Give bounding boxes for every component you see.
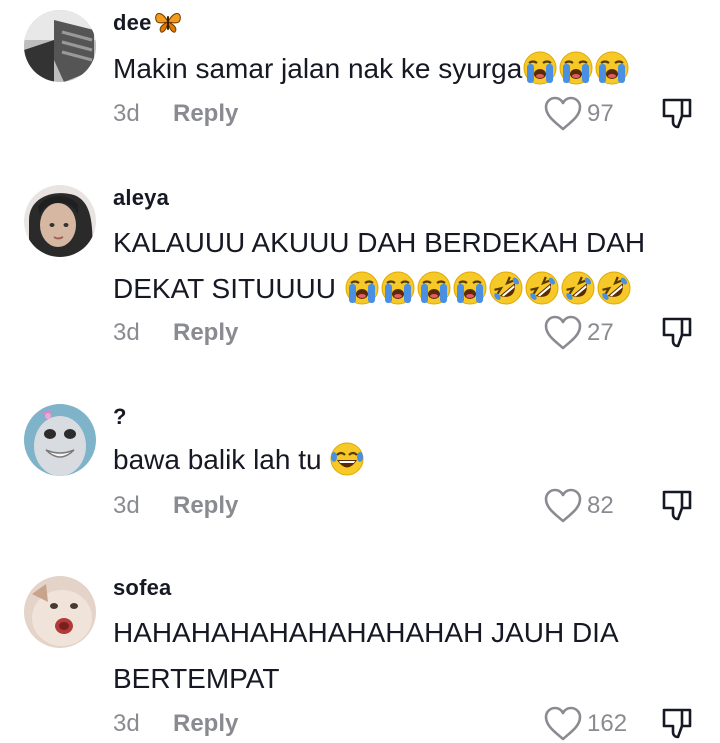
comment-time: 3d xyxy=(113,710,140,737)
reply-button[interactable]: Reply xyxy=(173,319,238,347)
loudly-crying-face-icon xyxy=(416,270,452,306)
reply-button[interactable]: Reply xyxy=(173,492,238,520)
comment-text: KALAUUU AKUUU DAH BERDEKAH DAH DEKAT SIT… xyxy=(113,227,646,306)
username[interactable]: sofea xyxy=(113,575,171,601)
face-with-tears-of-joy-icon xyxy=(329,441,365,477)
loudly-crying-face-icon xyxy=(594,50,630,86)
like-count: 97 xyxy=(587,100,614,127)
thumbs-down-icon[interactable] xyxy=(660,489,694,523)
comment-text: HAHAHAHAHAHAHAHAHAH JAUH DIA BERTEMPAT xyxy=(113,617,619,694)
rolling-on-floor-laughing-icon xyxy=(560,270,596,306)
heart-icon xyxy=(543,315,583,351)
username[interactable]: aleya xyxy=(113,185,169,211)
rolling-on-floor-laughing-icon xyxy=(488,270,524,306)
rolling-on-floor-laughing-icon xyxy=(596,270,632,306)
heart-icon xyxy=(543,96,583,132)
loudly-crying-face-icon xyxy=(380,270,416,306)
username[interactable]: dee xyxy=(113,10,182,36)
loudly-crying-face-icon xyxy=(522,50,558,86)
like-button[interactable]: 162 xyxy=(543,706,627,742)
avatar[interactable] xyxy=(24,576,96,648)
butterfly-icon xyxy=(154,13,181,33)
avatar[interactable] xyxy=(24,10,96,82)
rolling-on-floor-laughing-icon xyxy=(524,270,560,306)
reply-button[interactable]: Reply xyxy=(173,100,238,128)
heart-icon xyxy=(543,488,583,524)
loudly-crying-face-icon xyxy=(344,270,380,306)
avatar[interactable] xyxy=(24,185,96,257)
like-count: 162 xyxy=(587,710,628,737)
comment-text: bawa balik lah tu xyxy=(113,437,693,483)
loudly-crying-face-icon xyxy=(452,270,488,306)
like-button[interactable]: 97 xyxy=(543,96,614,132)
thumbs-down-icon[interactable] xyxy=(660,707,694,741)
username[interactable]: ? xyxy=(113,404,127,430)
comment-time: 3d xyxy=(113,319,140,346)
like-button[interactable]: 27 xyxy=(543,315,614,351)
thumbs-down-icon[interactable] xyxy=(660,97,694,131)
like-button[interactable]: 82 xyxy=(543,488,614,524)
comment-time: 3d xyxy=(113,492,140,519)
comment-time: 3d xyxy=(113,100,140,127)
loudly-crying-face-icon xyxy=(558,50,594,86)
heart-icon xyxy=(543,706,583,742)
like-count: 82 xyxy=(587,492,614,519)
comment-text: Makin samar jalan nak ke syurga xyxy=(113,46,693,92)
thumbs-down-icon[interactable] xyxy=(660,316,694,350)
reply-button[interactable]: Reply xyxy=(173,710,238,738)
like-count: 27 xyxy=(587,319,614,346)
avatar[interactable] xyxy=(24,404,96,476)
